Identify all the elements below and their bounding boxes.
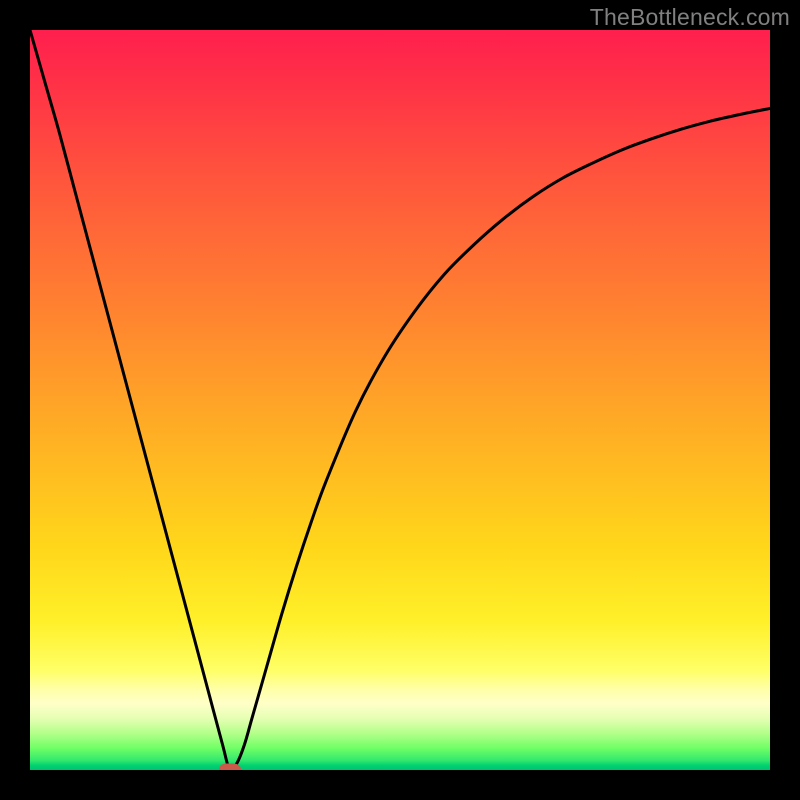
- bottleneck-curve: [30, 30, 770, 770]
- watermark-text: TheBottleneck.com: [590, 4, 790, 31]
- plot-area: [30, 30, 770, 770]
- minimum-marker: [219, 764, 241, 771]
- chart-frame: TheBottleneck.com: [0, 0, 800, 800]
